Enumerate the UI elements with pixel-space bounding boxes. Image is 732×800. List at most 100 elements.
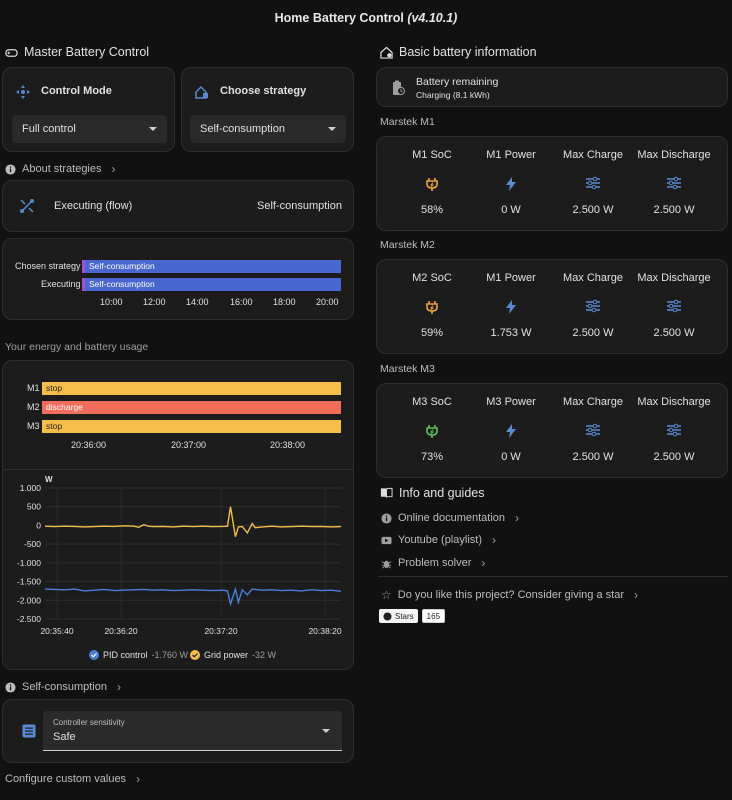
y-tick-label: 500 — [27, 502, 41, 512]
battery-name: Marstek M1 — [380, 116, 435, 128]
youtube-label: Youtube (playlist) — [398, 534, 482, 546]
github-stars-badge[interactable]: Stars 165 — [379, 609, 446, 623]
github-stars-label: Stars — [395, 611, 414, 621]
chevron-down-icon — [322, 729, 330, 733]
sensitivity-select[interactable]: Controller sensitivity Safe — [43, 711, 342, 751]
power-label: M3 Power — [486, 396, 536, 408]
tune-icon — [553, 176, 633, 190]
power-value[interactable]: 0 W — [471, 204, 551, 216]
executing-label: Executing (flow) — [54, 200, 133, 212]
book-icon — [380, 487, 393, 498]
battery-card: M2 SoC 59% M1 Power 1.753 W Max Charge 2.500 … — [376, 259, 728, 354]
max-discharge-label: Max Discharge — [637, 149, 711, 161]
legend-pid-value: -1.760 W — [151, 650, 189, 660]
power-value[interactable]: 1.753 W — [471, 327, 551, 339]
battery-charging-icon — [392, 299, 472, 315]
configure-label: Configure custom values — [5, 773, 127, 785]
timeline-tick: 16:00 — [230, 297, 253, 307]
max-discharge-value[interactable]: 2.500 W — [634, 204, 714, 216]
chevron-right-icon: › — [136, 772, 141, 786]
soc-value[interactable]: 59% — [392, 327, 472, 339]
timeline-bar: Self-consumption — [82, 260, 341, 273]
energy-usage-card: M1 stop M2 discharge M3 stop 20:36:00 20… — [2, 360, 354, 670]
series-line-pid-control — [44, 586, 342, 607]
legend-grid-value: -32 W — [252, 650, 277, 660]
power-value[interactable]: 0 W — [471, 451, 551, 463]
divider — [378, 576, 728, 577]
legend-pid[interactable]: PID control -1.760 W — [89, 650, 188, 660]
power-label: M1 Power — [486, 272, 536, 284]
chevron-right-icon: › — [111, 162, 116, 176]
battery-card: M1 SoC 58% M1 Power 0 W Max Charge 2.500 W Max… — [376, 136, 728, 231]
y-tick-label: -1.500 — [17, 577, 41, 587]
page-title: Home Battery Control (v4.10.1) — [0, 11, 732, 25]
about-strategies-label: About strategies — [22, 163, 102, 175]
timeline-row-label: Chosen strategy — [15, 261, 81, 271]
max-charge-value[interactable]: 2.500 W — [553, 451, 633, 463]
star-project-link[interactable]: ☆ Do you like this project? Consider giv… — [381, 588, 638, 602]
battery-charging-icon — [392, 176, 472, 192]
timeline-tick: 18:00 — [273, 297, 296, 307]
lightning-icon — [471, 176, 551, 192]
legend-grid[interactable]: Grid power -32 W — [190, 650, 276, 660]
y-tick-label: -2.500 — [17, 614, 41, 624]
choose-strategy-card: Choose strategy Self-consumption — [181, 67, 354, 152]
problem-solver-link[interactable]: Problem solver › — [381, 556, 485, 570]
control-mode-value: Full control — [22, 123, 76, 135]
battery-row-label: M2 — [27, 402, 40, 412]
soc-value[interactable]: 73% — [392, 451, 472, 463]
bug-icon — [381, 560, 392, 568]
y-tick-label: 1.000 — [20, 483, 42, 493]
max-charge-label: Max Charge — [563, 272, 623, 284]
self-consumption-link[interactable]: Self-consumption › — [5, 680, 121, 694]
chevron-right-icon: › — [634, 588, 638, 602]
control-mode-select[interactable]: Full control — [12, 115, 167, 143]
tune-icon — [553, 423, 633, 437]
youtube-link[interactable]: Youtube (playlist) › — [381, 533, 496, 547]
soc-value[interactable]: 58% — [392, 204, 472, 216]
app-version: (v4.10.1) — [407, 11, 458, 25]
x-tick-label: 20:37:20 — [204, 626, 237, 636]
battery-charging-icon — [392, 423, 472, 439]
legend-pid-name: PID control — [103, 650, 148, 660]
choose-strategy-label: Choose strategy — [220, 85, 307, 97]
executing-value: Self-consumption — [257, 200, 342, 212]
lightning-icon — [471, 423, 551, 439]
strategy-select[interactable]: Self-consumption — [190, 115, 346, 143]
battery-name: Marstek M2 — [380, 239, 435, 251]
max-charge-value[interactable]: 2.500 W — [553, 327, 633, 339]
tune-icon — [553, 299, 633, 313]
timeline-tick: 12:00 — [143, 297, 166, 307]
timeline-bar: Self-consumption — [82, 278, 341, 291]
battery-tick: 20:37:00 — [171, 440, 207, 450]
battery-remaining-card[interactable]: Battery remaining Charging (8.1 kWh) — [376, 67, 728, 107]
y-tick-label: -1.000 — [17, 558, 41, 568]
github-stars-button[interactable]: Stars — [379, 609, 418, 623]
configure-custom-values-link[interactable]: Configure custom values › — [5, 772, 140, 786]
battery-state-bar: stop — [42, 420, 341, 433]
online-documentation-link[interactable]: Online documentation › — [381, 511, 519, 525]
strategy-value: Self-consumption — [200, 123, 285, 135]
online-documentation-label: Online documentation — [398, 512, 506, 524]
check-circle-icon — [190, 650, 200, 660]
star-label: Do you like this project? Consider givin… — [397, 589, 624, 601]
chevron-right-icon: › — [491, 533, 496, 547]
gamepad-icon — [5, 48, 18, 57]
chevron-down-icon — [149, 127, 157, 131]
battery-clock-icon — [391, 80, 405, 99]
battery-card: M3 SoC 73% M3 Power 0 W Max Charge 2.500 W Max… — [376, 383, 728, 478]
app-title: Home Battery Control — [274, 11, 404, 25]
battery-tick: 20:38:00 — [270, 440, 306, 450]
executing-card: Executing (flow) Self-consumption — [2, 180, 354, 232]
control-mode-label: Control Mode — [41, 85, 112, 97]
max-charge-value[interactable]: 2.500 W — [553, 204, 633, 216]
sensitivity-label: Controller sensitivity — [53, 718, 125, 727]
list-icon — [22, 724, 36, 741]
info-guides-heading: Info and guides — [380, 486, 485, 500]
legend-grid-name: Grid power — [204, 650, 249, 660]
max-discharge-value[interactable]: 2.500 W — [634, 451, 714, 463]
timeline-tick: 10:00 — [100, 297, 123, 307]
max-discharge-value[interactable]: 2.500 W — [634, 327, 714, 339]
about-strategies-link[interactable]: About strategies › — [5, 162, 116, 176]
control-mode-card: Control Mode Full control — [2, 67, 175, 152]
